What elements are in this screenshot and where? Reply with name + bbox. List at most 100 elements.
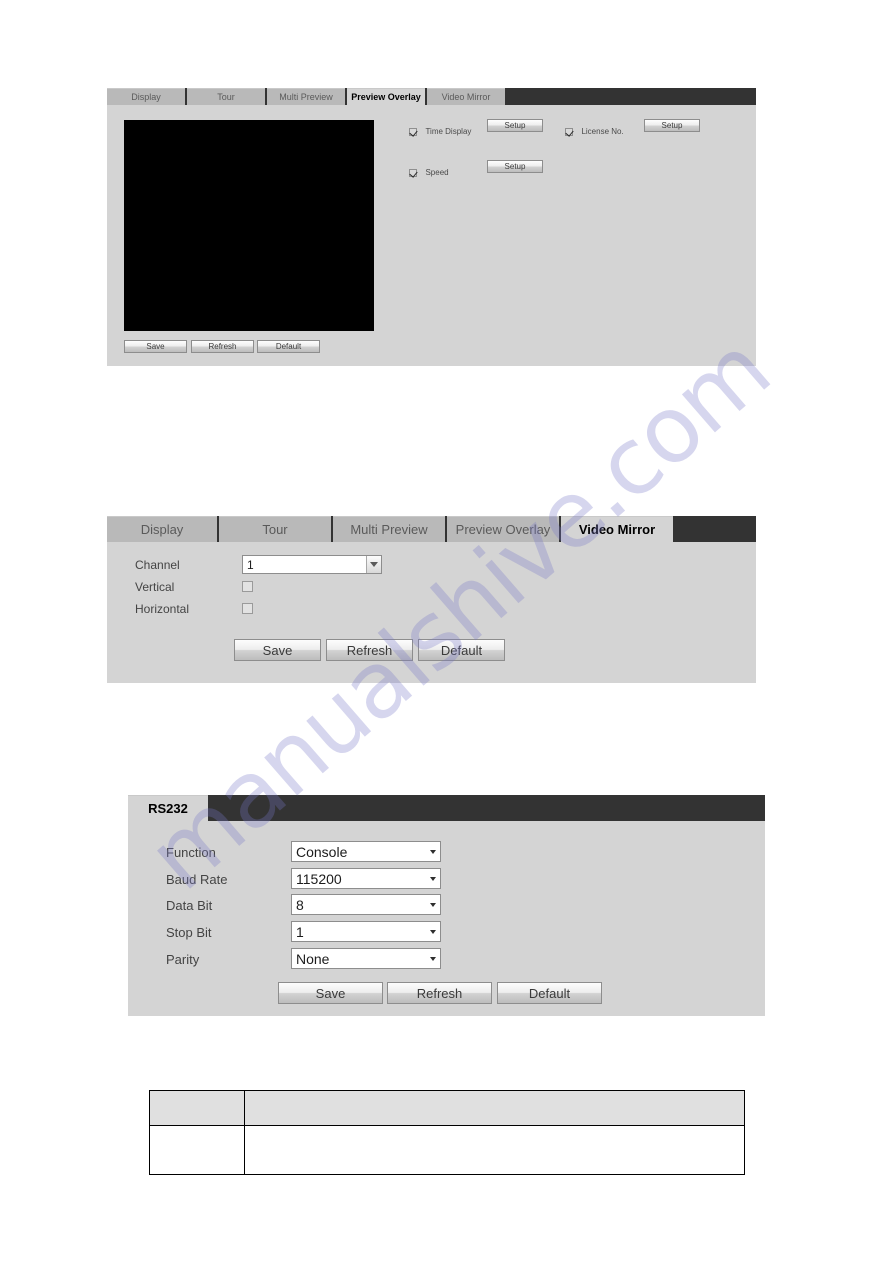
- tab-multi-preview[interactable]: Multi Preview: [333, 516, 445, 542]
- tab-label: Tour: [217, 92, 235, 102]
- panel2-tab-bar: Display Tour Multi Preview Preview Overl…: [107, 516, 756, 542]
- data-bit-select[interactable]: 8: [291, 894, 441, 915]
- button-label: Save: [262, 642, 293, 658]
- button-label: Default: [275, 342, 302, 351]
- speed-row: Speed: [409, 164, 449, 182]
- tab-tour[interactable]: Tour: [187, 88, 265, 105]
- function-select[interactable]: Console: [291, 841, 441, 862]
- chevron-down-icon[interactable]: [366, 556, 381, 573]
- tab-label: Preview Overlay: [351, 92, 421, 102]
- time-display-row: Time Display: [409, 123, 471, 141]
- table-header-cell-description: [244, 1090, 745, 1126]
- default-button[interactable]: Default: [418, 639, 505, 661]
- tab-label: Tour: [262, 522, 288, 537]
- tab-tour[interactable]: Tour: [219, 516, 331, 542]
- panel1-tab-bar: Display Tour Multi Preview Preview Overl…: [107, 88, 756, 105]
- video-preview[interactable]: [124, 120, 374, 331]
- tab-video-mirror[interactable]: Video Mirror: [427, 88, 505, 105]
- refresh-button[interactable]: Refresh: [191, 340, 254, 353]
- table-header-row: [149, 1090, 745, 1126]
- tab-label: Display: [140, 522, 184, 537]
- horizontal-checkbox[interactable]: [242, 603, 253, 614]
- speed-checkbox[interactable]: [409, 168, 417, 177]
- stop-bit-label: Stop Bit: [166, 925, 212, 940]
- parity-value: None: [296, 950, 330, 967]
- chevron-down-icon[interactable]: [426, 842, 440, 861]
- button-label: Default: [528, 985, 571, 1001]
- speed-setup-button[interactable]: Setup: [487, 160, 543, 173]
- chevron-down-icon[interactable]: [426, 895, 440, 914]
- license-no-checkbox[interactable]: [565, 127, 573, 136]
- button-label: Refresh: [208, 342, 237, 351]
- tab-preview-overlay[interactable]: Preview Overlay: [447, 516, 559, 542]
- button-label: Refresh: [346, 642, 393, 658]
- tab-video-mirror[interactable]: Video Mirror: [561, 516, 673, 542]
- tab-bar-filler: [675, 516, 756, 542]
- chevron-down-icon[interactable]: [426, 869, 440, 888]
- license-no-label: License No.: [581, 127, 624, 137]
- table-cell-name: [149, 1125, 245, 1175]
- preview-overlay-panel: Display Tour Multi Preview Preview Overl…: [107, 88, 756, 366]
- default-button[interactable]: Default: [257, 340, 320, 353]
- tab-label: RS232: [148, 801, 188, 816]
- button-label: Default: [440, 642, 483, 658]
- default-button[interactable]: Default: [497, 982, 602, 1004]
- button-label: Save: [146, 342, 165, 351]
- baud-rate-value: 115200: [296, 870, 342, 887]
- horizontal-label: Horizontal: [135, 602, 190, 616]
- tab-multi-preview[interactable]: Multi Preview: [267, 88, 345, 105]
- channel-select[interactable]: 1: [242, 555, 382, 574]
- tab-rs232[interactable]: RS232: [128, 795, 208, 821]
- time-display-label: Time Display: [425, 127, 472, 137]
- save-button[interactable]: Save: [278, 982, 383, 1004]
- function-label: Function: [166, 845, 216, 860]
- video-mirror-panel: Display Tour Multi Preview Preview Overl…: [107, 516, 756, 683]
- refresh-button[interactable]: Refresh: [326, 639, 413, 661]
- speed-label: Speed: [425, 168, 449, 178]
- tab-label: Multi Preview: [350, 522, 428, 537]
- license-no-row: License No.: [565, 123, 624, 141]
- vertical-label: Vertical: [135, 580, 175, 594]
- tab-bar-filler: [507, 88, 756, 105]
- button-label: Save: [315, 985, 346, 1001]
- data-bit-label: Data Bit: [166, 898, 213, 913]
- chevron-down-icon[interactable]: [426, 949, 440, 968]
- rs232-panel: RS232 Function Console Baud Rate 115200 …: [128, 795, 765, 1016]
- data-bit-value: 8: [296, 896, 304, 913]
- tab-label: Video Mirror: [441, 92, 491, 102]
- tab-label: Display: [131, 92, 161, 102]
- tab-label: Preview Overlay: [455, 522, 551, 537]
- license-no-setup-button[interactable]: Setup: [644, 119, 700, 132]
- time-display-setup-button[interactable]: Setup: [487, 119, 543, 132]
- function-value: Console: [296, 843, 348, 860]
- time-display-checkbox[interactable]: [409, 127, 417, 136]
- refresh-button[interactable]: Refresh: [387, 982, 492, 1004]
- save-button[interactable]: Save: [124, 340, 187, 353]
- channel-value: 1: [247, 557, 254, 572]
- table-cell-description: [244, 1125, 745, 1175]
- table-header-cell-name: [149, 1090, 245, 1126]
- table-row: [149, 1125, 745, 1175]
- chevron-down-icon[interactable]: [426, 922, 440, 941]
- parity-select[interactable]: None: [291, 948, 441, 969]
- tab-display[interactable]: Display: [107, 88, 185, 105]
- button-label: Setup: [504, 121, 526, 130]
- button-label: Setup: [661, 121, 683, 130]
- save-button[interactable]: Save: [234, 639, 321, 661]
- tab-label: Video Mirror: [578, 522, 656, 537]
- vertical-checkbox[interactable]: [242, 581, 253, 592]
- baud-rate-select[interactable]: 115200: [291, 868, 441, 889]
- button-label: Setup: [504, 162, 526, 171]
- stop-bit-select[interactable]: 1: [291, 921, 441, 942]
- tab-bar-filler: [208, 795, 765, 821]
- baud-rate-label: Baud Rate: [166, 872, 228, 887]
- panel3-tab-bar: RS232: [128, 795, 765, 821]
- channel-label: Channel: [135, 558, 180, 572]
- button-label: Refresh: [416, 985, 463, 1001]
- tab-display[interactable]: Display: [107, 516, 217, 542]
- parameter-table: [149, 1090, 745, 1175]
- parity-label: Parity: [166, 952, 200, 967]
- stop-bit-value: 1: [296, 923, 304, 940]
- tab-label: Multi Preview: [279, 92, 333, 102]
- tab-preview-overlay[interactable]: Preview Overlay: [347, 88, 425, 105]
